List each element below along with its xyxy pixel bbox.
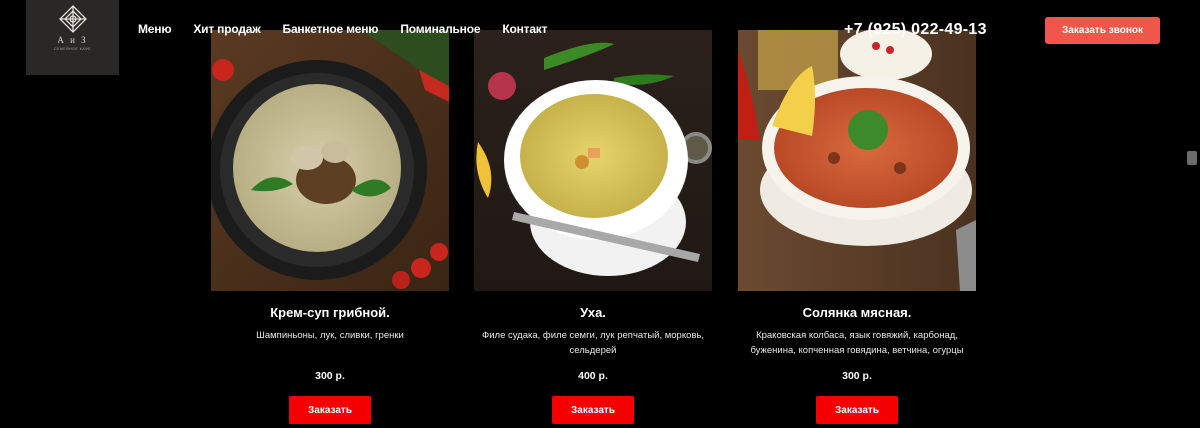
order-button[interactable]: Заказать [816, 396, 898, 424]
logo-text: А и З [57, 35, 88, 45]
callback-button[interactable]: Заказать звонок [1045, 17, 1160, 44]
product-title: Крем-суп грибной. [270, 305, 390, 320]
product-description: Филе судака, филе семги, лук репчатый, м… [482, 330, 705, 356]
product-card-solyanka: Солянка мясная. Краковская колбаса, язык… [738, 30, 976, 424]
main-nav: Меню Хит продаж Банкетное меню Поминальн… [138, 22, 547, 36]
order-button[interactable]: Заказать [289, 396, 371, 424]
product-price: 300 р. [315, 370, 345, 382]
nav-link-memorial[interactable]: Поминальное [400, 22, 480, 36]
product-card-ukha: Уха. Филе судака, филе семги, лук репчат… [474, 30, 712, 424]
product-photo-mushroom-soup [211, 30, 449, 291]
phone-number[interactable]: +7 (925) 022-49-13 [844, 21, 987, 39]
logo[interactable]: А и З СЕМЕЙНОЕ КАФЕ [26, 0, 119, 75]
nav-link-contact[interactable]: Контакт [502, 22, 547, 36]
product-card-mushroom-soup: Крем-суп грибной. Шампиньоны, лук, сливк… [211, 30, 449, 424]
product-photo-solyanka [738, 30, 976, 291]
product-photo-ukha [474, 30, 712, 291]
product-price: 300 р. [842, 370, 872, 382]
logo-ornament-icon [58, 5, 87, 33]
order-button[interactable]: Заказать [552, 396, 634, 424]
nav-link-menu[interactable]: Меню [138, 22, 172, 36]
nav-link-banquet-menu[interactable]: Банкетное меню [283, 22, 379, 36]
product-price: 400 р. [578, 370, 608, 382]
logo-tagline: СЕМЕЙНОЕ КАФЕ [54, 47, 91, 51]
scrollbar-thumb[interactable] [1187, 151, 1197, 165]
product-description: Шампиньоны, лук, сливки, гренки [256, 330, 404, 341]
product-title: Уха. [580, 305, 606, 320]
nav-link-bestsellers[interactable]: Хит продаж [193, 22, 260, 36]
product-description: Краковская колбаса, язык говяжий, карбон… [750, 330, 964, 356]
product-title: Солянка мясная. [802, 305, 912, 320]
